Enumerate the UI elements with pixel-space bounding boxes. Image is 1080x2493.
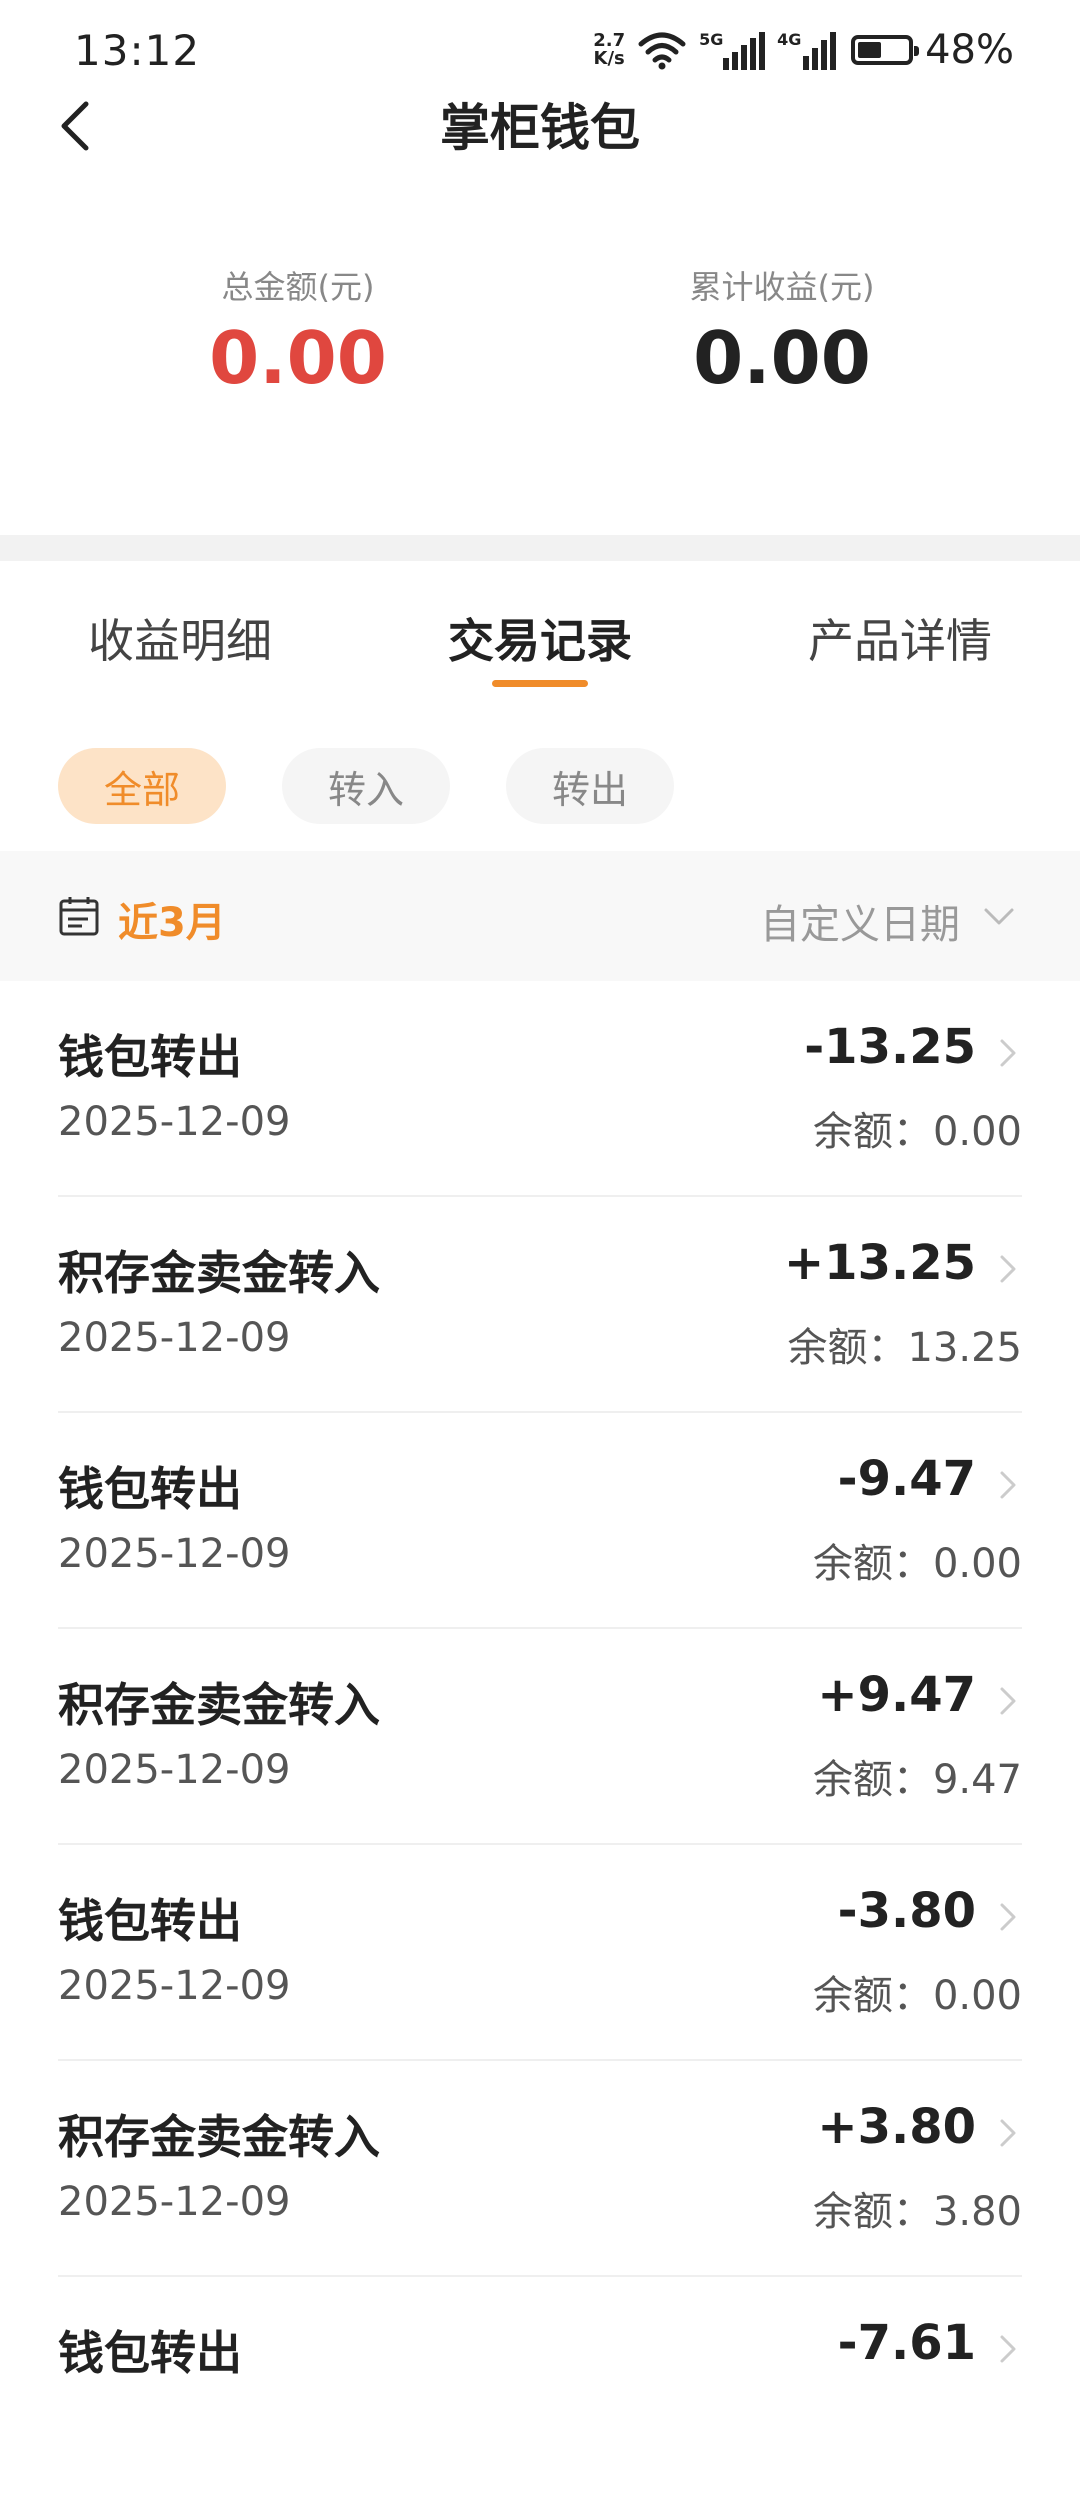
filter-in[interactable]: 转入 [282,748,450,824]
transaction-row[interactable]: 钱包转出 2025-12-09 -9.47 余额：0.00 [0,1413,1080,1629]
balance-value: 3.80 [932,2189,1022,2235]
balance-value: 0.00 [932,1109,1022,1155]
transaction-date: 2025-12-09 [58,2179,291,2225]
transaction-balance: 余额：0.00 [813,1531,1022,1589]
total-amount-label: 总金额(元) [221,268,375,306]
transaction-amount: +3.80 [817,2099,976,2155]
chevron-down-icon[interactable] [980,902,1018,932]
section-divider [0,535,1080,561]
filter-out[interactable]: 转出 [506,748,674,824]
total-amount-block: 总金额(元) 0.00 [98,262,498,400]
signal-5g-label: 5G [699,30,724,49]
transaction-row[interactable]: 钱包转出 -7.61 [0,2277,1080,2493]
tab-earnings-detail[interactable]: 收益明细 [88,605,272,671]
earnings-block: 累计收益(元) 0.00 [582,262,982,400]
balance-value: 9.47 [932,1757,1022,1803]
transaction-date: 2025-12-09 [58,1531,291,1577]
chevron-right-icon[interactable] [994,1679,1022,1723]
page-title: 掌柜钱包 [440,99,640,157]
battery-icon [851,35,920,65]
transaction-amount: -13.25 [804,1019,976,1075]
status-icons: 2.7 K/s 5G 4G 48% [593,22,1014,78]
calendar-icon[interactable] [58,895,100,937]
chevron-right-icon[interactable] [994,2111,1022,2155]
chevron-right-icon[interactable] [994,1463,1022,1507]
transaction-amount: -3.80 [837,1883,976,1939]
tab-transactions[interactable]: 交易记录 [448,605,632,671]
balance-prefix: 余额： [812,2189,933,2235]
battery-level [858,42,882,58]
transaction-amount: -7.61 [837,2315,976,2371]
signal-4g-icon: 4G [777,30,839,70]
balance-value: 0.00 [932,1973,1022,2019]
transaction-date: 2025-12-09 [58,1747,291,1793]
chevron-right-icon[interactable] [994,1895,1022,1939]
transaction-balance: 余额：0.00 [813,1099,1022,1157]
date-range-selector[interactable]: 近3月 [118,890,226,948]
signal-5g-icon: 5G [699,30,766,70]
balance-value: 13.25 [907,1325,1022,1371]
transaction-amount: -9.47 [837,1451,976,1507]
transaction-title: 积存金卖金转入 [58,1678,380,1732]
transaction-title: 钱包转出 [58,1462,242,1516]
total-amount-value: 0.00 [209,316,387,400]
earnings-label: 累计收益(元) [689,268,875,306]
balance-prefix: 余额： [812,1541,933,1587]
signal-4g-label: 4G [777,30,802,49]
status-time: 13:12 [74,26,201,75]
transaction-title: 钱包转出 [58,2326,242,2380]
transaction-row[interactable]: 钱包转出 2025-12-09 -13.25 余额：0.00 [0,981,1080,1197]
tab-product-details[interactable]: 产品详情 [808,605,992,671]
balance-value: 0.00 [932,1541,1022,1587]
filter-all[interactable]: 全部 [58,748,226,824]
transaction-date: 2025-12-09 [58,1315,291,1361]
transaction-list: 钱包转出 2025-12-09 -13.25 余额：0.00 积存金卖金转入 2025-1… [0,981,1080,2493]
balance-prefix: 余额： [812,1109,933,1155]
balance-prefix: 余额： [812,1973,933,2019]
network-speed: 2.7 K/s [593,32,625,68]
earnings-value: 0.00 [693,316,871,400]
transaction-row[interactable]: 积存金卖金转入 2025-12-09 +3.80 余额：3.80 [0,2061,1080,2277]
transaction-amount: +13.25 [783,1235,976,1291]
battery-percent: 48% [925,27,1014,73]
transaction-title: 积存金卖金转入 [58,1246,380,1300]
wifi-icon [638,32,686,70]
balance-prefix: 余额： [812,1757,933,1803]
transaction-balance: 余额：13.25 [787,1315,1022,1373]
transaction-title: 积存金卖金转入 [58,2110,380,2164]
transaction-date: 2025-12-09 [58,1099,291,1145]
transaction-title: 钱包转出 [58,1894,242,1948]
transaction-row[interactable]: 钱包转出 2025-12-09 -3.80 余额：0.00 [0,1845,1080,2061]
transaction-amount: +9.47 [817,1667,976,1723]
tab-active-indicator [492,680,588,687]
chevron-right-icon[interactable] [994,2327,1022,2371]
network-speed-unit: K/s [593,48,625,69]
transaction-balance: 余额：3.80 [813,2179,1022,2237]
transaction-balance: 余额：9.47 [813,1747,1022,1805]
chevron-right-icon[interactable] [994,1031,1022,1075]
transaction-balance: 余额：0.00 [813,1963,1022,2021]
transaction-date: 2025-12-09 [58,1963,291,2009]
transaction-title: 钱包转出 [58,1030,242,1084]
custom-date-button[interactable]: 自定义日期 [760,892,960,950]
balance-prefix: 余额： [787,1325,908,1371]
transaction-row[interactable]: 积存金卖金转入 2025-12-09 +13.25 余额：13.25 [0,1197,1080,1413]
chevron-right-icon[interactable] [994,1247,1022,1291]
transaction-row[interactable]: 积存金卖金转入 2025-12-09 +9.47 余额：9.47 [0,1629,1080,1845]
